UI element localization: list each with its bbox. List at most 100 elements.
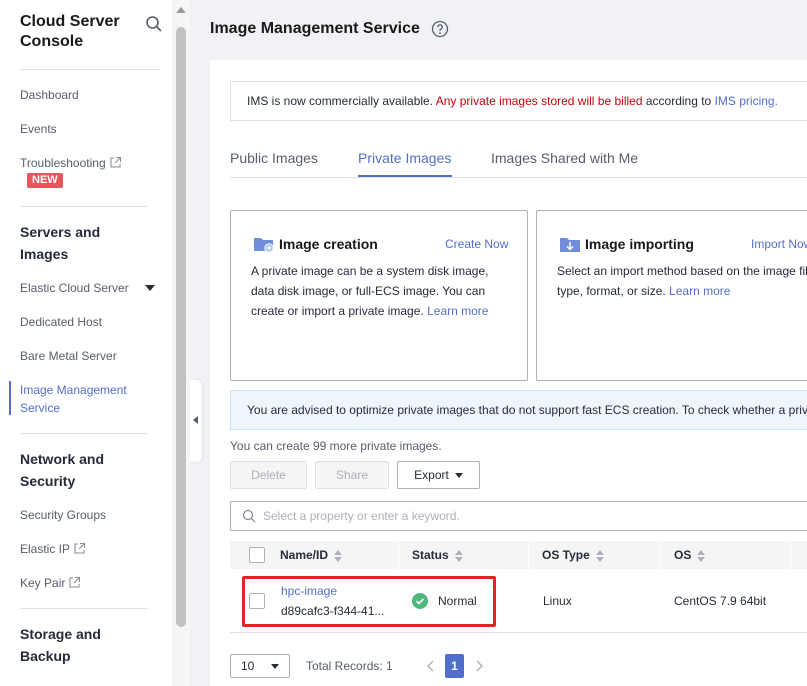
caret-down-icon xyxy=(454,473,463,478)
sidebar-item-label: Key Pair xyxy=(20,576,66,590)
total-records: Total Records: 1 xyxy=(306,659,393,673)
card-title: Image importing xyxy=(585,236,694,252)
column-label: OS Type xyxy=(542,548,590,562)
sidebar-item-elastic-ip[interactable]: Elastic IP xyxy=(20,540,86,558)
sort-icon[interactable] xyxy=(595,550,604,562)
external-link-icon xyxy=(110,156,121,168)
optimization-advice: You are advised to optimize private imag… xyxy=(230,390,807,430)
card-title: Image creation xyxy=(279,236,378,252)
export-button-label: Export xyxy=(414,468,449,482)
tab-private-images[interactable]: Private Images xyxy=(358,149,451,167)
previous-page-icon[interactable] xyxy=(423,656,439,676)
sidebar-item-events[interactable]: Events xyxy=(20,120,57,138)
share-button[interactable]: Share xyxy=(315,461,389,489)
sort-icon[interactable] xyxy=(334,550,343,562)
sidebar-collapse-handle[interactable] xyxy=(190,380,202,462)
search-icon xyxy=(242,509,256,523)
tab-images-shared[interactable]: Images Shared with Me xyxy=(491,149,638,167)
sidebar-group-servers-images: Servers and Images xyxy=(20,224,101,262)
select-all-checkbox[interactable] xyxy=(249,547,265,563)
status-text: Normal xyxy=(438,594,477,608)
sidebar-item-bare-metal-server[interactable]: Bare Metal Server xyxy=(20,347,117,365)
table-row: hpc-image d89cafc3-f344-41... Normal Lin… xyxy=(230,569,807,633)
external-link-icon xyxy=(74,542,86,554)
scroll-up-arrow-icon[interactable] xyxy=(176,7,186,13)
sidebar-item-security-groups[interactable]: Security Groups xyxy=(20,506,106,524)
column-name-id[interactable]: Name/ID xyxy=(280,541,343,569)
row-checkbox[interactable] xyxy=(249,593,265,609)
sidebar-divider xyxy=(20,608,148,609)
import-icon xyxy=(560,238,580,252)
notice-warning: Any private images stored will be billed xyxy=(435,94,643,108)
page-size-value: 10 xyxy=(241,659,255,673)
learn-more-link[interactable]: Learn more xyxy=(427,304,488,318)
search-icon[interactable] xyxy=(145,15,163,33)
search-input[interactable] xyxy=(263,506,763,526)
column-separator xyxy=(790,541,791,569)
image-importing-card: Image importing Import Now Select an imp… xyxy=(536,210,807,381)
notice-text: IMS is now commercially available. xyxy=(247,94,434,108)
sort-icon[interactable] xyxy=(697,550,706,562)
notice-text: according to xyxy=(645,94,712,108)
search-box[interactable] xyxy=(230,501,807,531)
ims-pricing-link[interactable]: IMS pricing. xyxy=(715,94,778,108)
learn-more-link[interactable]: Learn more xyxy=(669,284,730,298)
image-creation-card: Image creation Create Now A private imag… xyxy=(230,210,528,381)
sidebar-divider xyxy=(20,433,148,434)
os-value: CentOS 7.9 64bit xyxy=(674,594,767,608)
sidebar-divider xyxy=(20,69,160,70)
help-icon[interactable] xyxy=(431,20,449,38)
export-button[interactable]: Export xyxy=(397,461,480,489)
import-now-link[interactable]: Import Now xyxy=(751,237,807,251)
sidebar: Cloud Server Console Dashboard Events Tr… xyxy=(0,0,172,686)
column-label: Status xyxy=(412,548,449,562)
os-type-value: Linux xyxy=(543,594,572,608)
card-description: A private image can be a system disk ima… xyxy=(251,261,513,321)
image-name-link[interactable]: hpc-image xyxy=(281,582,337,600)
column-separator xyxy=(660,541,661,569)
sidebar-item-label: Elastic IP xyxy=(20,542,71,556)
sidebar-group-storage-backup: Storage and Backup xyxy=(20,626,101,664)
column-separator xyxy=(528,541,529,569)
delete-button[interactable]: Delete xyxy=(230,461,307,489)
create-now-link[interactable]: Create Now xyxy=(445,237,508,251)
column-status[interactable]: Status xyxy=(412,541,463,569)
image-id: d89cafc3-f344-41... xyxy=(281,604,385,618)
status-ok-icon xyxy=(412,593,428,609)
active-indicator xyxy=(9,381,11,415)
sidebar-item-elastic-cloud-server[interactable]: Elastic Cloud Server xyxy=(20,279,129,297)
column-os[interactable]: OS xyxy=(674,541,706,569)
column-separator xyxy=(398,541,399,569)
sort-icon[interactable] xyxy=(454,550,463,562)
column-label: Name/ID xyxy=(280,548,329,562)
chevron-down-icon[interactable] xyxy=(145,285,155,291)
card-description: Select an import method based on the ima… xyxy=(557,261,807,301)
page-title: Image Management Service xyxy=(210,20,420,37)
column-os-type[interactable]: OS Type xyxy=(542,541,604,569)
sidebar-item-troubleshooting[interactable]: Troubleshooting xyxy=(20,154,122,172)
console-title: Cloud Server Console xyxy=(20,13,120,50)
caret-down-icon xyxy=(271,664,279,669)
sidebar-item-image-management-service[interactable]: Image Management Service xyxy=(20,381,140,417)
next-page-icon[interactable] xyxy=(471,656,487,676)
sidebar-item-dashboard[interactable]: Dashboard xyxy=(20,86,79,104)
current-page-button[interactable]: 1 xyxy=(445,654,464,678)
sidebar-divider xyxy=(20,206,148,207)
scrollbar-thumb[interactable] xyxy=(176,27,186,627)
table-header: Name/ID Status OS Type OS xyxy=(230,541,807,569)
sidebar-item-dedicated-host[interactable]: Dedicated Host xyxy=(20,313,102,331)
folder-add-icon xyxy=(254,238,274,253)
tabs-divider xyxy=(230,177,807,178)
billing-notice: IMS is now commercially available. Any p… xyxy=(230,81,807,121)
active-tab-underline xyxy=(358,175,452,177)
sidebar-item-label: Troubleshooting xyxy=(20,156,106,170)
column-label: OS xyxy=(674,548,692,562)
quota-text: You can create 99 more private images. xyxy=(230,439,442,453)
new-badge: NEW xyxy=(27,173,63,188)
external-link-icon xyxy=(69,576,81,588)
sidebar-group-network-security: Network and Security xyxy=(20,451,105,489)
sidebar-item-key-pair[interactable]: Key Pair xyxy=(20,574,81,592)
tab-public-images[interactable]: Public Images xyxy=(230,149,318,167)
check-icon xyxy=(415,598,425,605)
page-size-select[interactable]: 10 xyxy=(230,654,290,678)
